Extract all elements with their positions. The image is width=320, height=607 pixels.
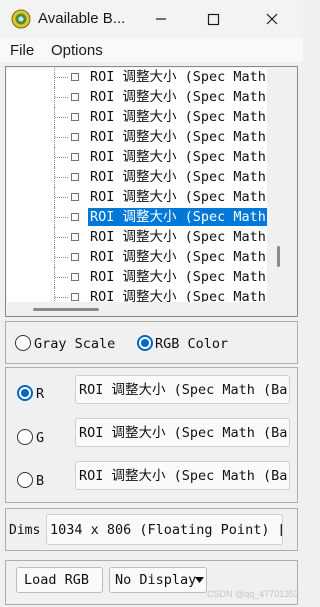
tree-horizontal-scrollbar[interactable] — [7, 303, 269, 316]
tree-connector — [55, 137, 68, 138]
close-icon[interactable] — [259, 6, 285, 32]
band-tree[interactable]: ROI 调整大小 (Spec Math ROI 调整大小 (Spec Math … — [7, 68, 267, 302]
display-dropdown[interactable]: No Display — [109, 567, 207, 593]
band-tree-panel: ROI 调整大小 (Spec Math ROI 调整大小 (Spec Math … — [5, 66, 298, 317]
band-item-label[interactable]: ROI 调整大小 (Spec Math — [88, 128, 267, 146]
window-title: Available B... — [38, 10, 126, 27]
tree-connector — [55, 257, 68, 258]
dims-group: Dims 1034 x 806 (Floating Point) [BS — [5, 508, 298, 551]
tree-vertical-scrollbar[interactable] — [269, 68, 297, 302]
tree-node-icon — [71, 253, 79, 261]
tree-row[interactable]: ROI 调整大小 (Spec Math — [7, 207, 267, 227]
tree-connector — [55, 97, 68, 98]
green-channel-radio[interactable] — [17, 429, 33, 445]
tree-node-icon — [71, 273, 79, 281]
red-band-field[interactable]: ROI 调整大小 (Spec Math (Bar — [75, 375, 290, 404]
chevron-down-icon — [195, 577, 204, 583]
load-rgb-label: Load RGB — [24, 572, 90, 588]
band-item-label[interactable]: ROI 调整大小 (Spec Math — [88, 188, 267, 206]
red-channel-radio[interactable] — [17, 385, 33, 401]
band-item-label[interactable]: ROI 调整大小 (Spec Math — [88, 168, 267, 186]
band-item-label[interactable]: ROI 调整大小 (Spec Math — [88, 68, 267, 86]
tree-connector — [55, 177, 68, 178]
tree-node-icon — [71, 293, 79, 301]
app-logo-icon — [11, 9, 31, 29]
maximize-icon[interactable] — [200, 6, 226, 32]
tree-connector — [55, 117, 68, 118]
tree-node-icon — [71, 233, 79, 241]
tree-row[interactable]: ROI 调整大小 (Spec Math — [7, 227, 267, 247]
rgb-color-radio[interactable] — [137, 335, 153, 351]
title-bar: Available B... — [0, 0, 303, 38]
menu-bar: File Options — [0, 38, 303, 62]
tree-connector — [55, 297, 68, 298]
band-item-label[interactable]: ROI 调整大小 (Spec Math — [88, 108, 267, 126]
tree-connector — [55, 277, 68, 278]
green-band-field[interactable]: ROI 调整大小 (Spec Math (Bar — [75, 418, 290, 447]
tree-node-icon — [71, 113, 79, 121]
minimize-icon[interactable] — [148, 6, 174, 32]
tree-connector — [55, 157, 68, 158]
tree-connector — [55, 77, 68, 78]
blue-band-field[interactable]: ROI 调整大小 (Spec Math (Bar — [75, 461, 290, 490]
tree-node-icon — [71, 213, 79, 221]
red-band-value: ROI 调整大小 (Spec Math (Bar — [79, 382, 290, 398]
tree-row[interactable]: ROI 调整大小 (Spec Math — [7, 187, 267, 207]
green-band-value: ROI 调整大小 (Spec Math (Bar — [79, 425, 290, 441]
band-item-label[interactable]: ROI 调整大小 (Spec Math — [88, 148, 267, 166]
tree-row[interactable]: ROI 调整大小 (Spec Math — [7, 107, 267, 127]
display-dropdown-value: No Display — [115, 572, 197, 588]
tree-connector — [55, 237, 68, 238]
tree-connector — [54, 287, 55, 302]
tree-row[interactable]: ROI 调整大小 (Spec Math — [7, 87, 267, 107]
tree-node-icon — [71, 73, 79, 81]
color-mode-group: Gray Scale RGB Color — [5, 321, 298, 364]
dims-label: Dims — [9, 523, 41, 538]
band-item-label[interactable]: ROI 调整大小 (Spec Math — [88, 228, 267, 246]
tree-row[interactable]: ROI 调整大小 (Spec Math — [7, 287, 267, 302]
horizontal-scroll-thumb[interactable] — [33, 308, 99, 311]
rgb-band-group: R ROI 调整大小 (Spec Math (Bar G ROI 调整大小 (S… — [5, 367, 298, 503]
blue-channel-label[interactable]: B — [36, 473, 44, 489]
dims-field: 1034 x 806 (Floating Point) [BS — [46, 514, 283, 545]
tree-connector — [55, 217, 68, 218]
tree-connector — [55, 197, 68, 198]
tree-node-icon — [71, 173, 79, 181]
blue-channel-radio[interactable] — [17, 472, 33, 488]
band-item-label[interactable]: ROI 调整大小 (Spec Math — [88, 268, 267, 286]
tree-row[interactable]: ROI 调整大小 (Spec Math — [7, 147, 267, 167]
rgb-color-label[interactable]: RGB Color — [155, 336, 228, 352]
menu-options[interactable]: Options — [51, 42, 103, 59]
tree-node-icon — [71, 193, 79, 201]
green-channel-label[interactable]: G — [36, 430, 44, 446]
blue-band-value: ROI 调整大小 (Spec Math (Bar — [79, 468, 290, 484]
band-item-label[interactable]: ROI 调整大小 (Spec Math — [88, 88, 267, 106]
load-rgb-button[interactable]: Load RGB — [16, 567, 103, 593]
gray-scale-label[interactable]: Gray Scale — [34, 336, 115, 352]
vertical-scroll-thumb[interactable] — [277, 246, 280, 267]
band-item-label[interactable]: ROI 调整大小 (Spec Math — [88, 248, 267, 266]
gray-scale-radio[interactable] — [15, 335, 31, 351]
dims-value: 1034 x 806 (Floating Point) [BS — [50, 522, 283, 538]
menu-file[interactable]: File — [10, 42, 34, 59]
tree-row[interactable]: ROI 调整大小 (Spec Math — [7, 68, 267, 87]
red-channel-label[interactable]: R — [36, 386, 44, 402]
tree-node-icon — [71, 93, 79, 101]
tree-node-icon — [71, 133, 79, 141]
tree-row[interactable]: ROI 调整大小 (Spec Math — [7, 127, 267, 147]
tree-row[interactable]: ROI 调整大小 (Spec Math — [7, 247, 267, 267]
tree-node-icon — [71, 153, 79, 161]
band-item-label-selected[interactable]: ROI 调整大小 (Spec Math — [88, 208, 267, 226]
watermark: CSDN @qq_47701352 — [207, 589, 300, 599]
tree-row[interactable]: ROI 调整大小 (Spec Math — [7, 267, 267, 287]
tree-row[interactable]: ROI 调整大小 (Spec Math — [7, 167, 267, 187]
band-item-label[interactable]: ROI 调整大小 (Spec Math — [88, 288, 267, 302]
